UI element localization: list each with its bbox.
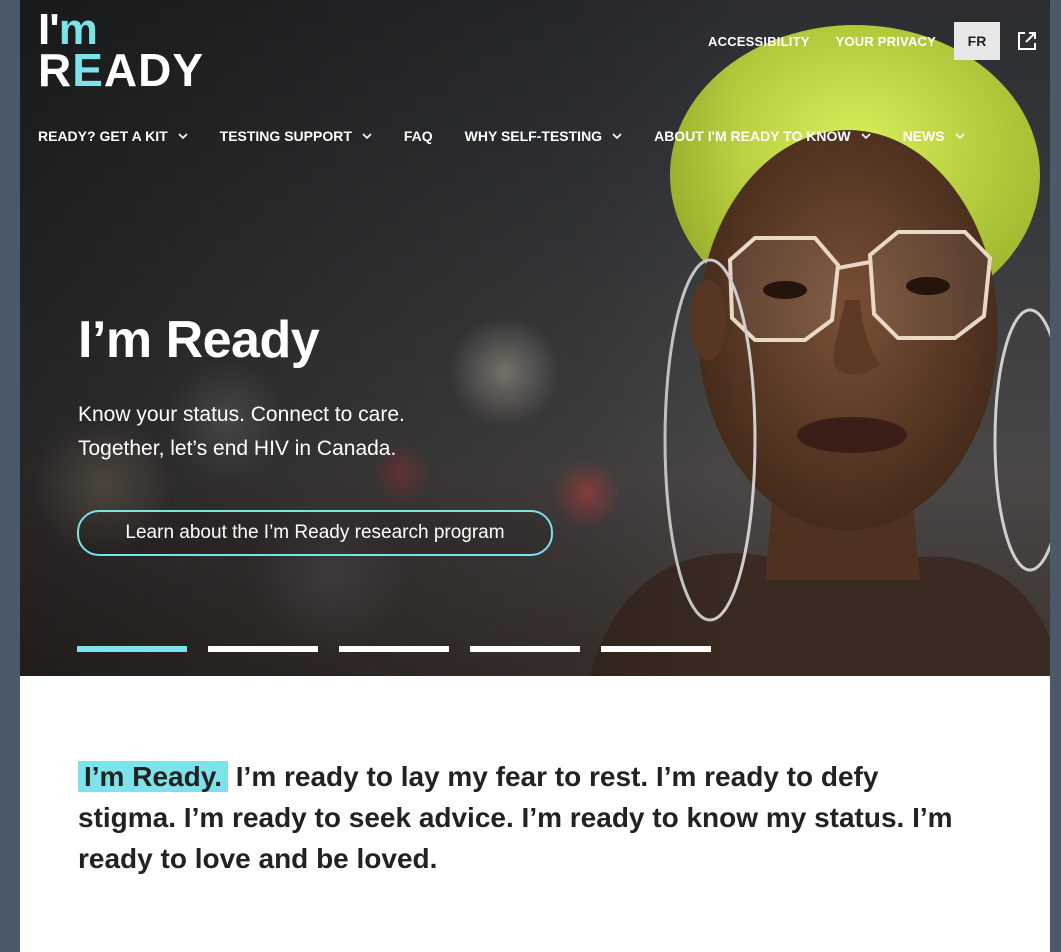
logo-text: R — [38, 43, 73, 96]
nav-item-news[interactable]: NEWS — [903, 128, 965, 144]
nav-item-about[interactable]: ABOUT I'M READY TO KNOW — [654, 128, 871, 144]
hero-subtitle: Know your status. Connect to care. Toget… — [78, 398, 405, 466]
carousel-indicators — [77, 646, 732, 652]
chevron-down-icon — [860, 133, 871, 140]
logo-text: ADY — [103, 43, 205, 96]
language-toggle-button[interactable]: FR — [954, 22, 1000, 60]
nav-item-get-a-kit[interactable]: READY? GET A KIT — [38, 128, 188, 144]
hero-subtitle-line: Know your status. Connect to care. — [78, 403, 405, 426]
nav-item-label: ABOUT I'M READY TO KNOW — [654, 128, 851, 144]
nav-item-label: FAQ — [403, 128, 433, 144]
chevron-down-icon — [954, 133, 965, 140]
external-link-icon[interactable] — [1016, 30, 1038, 52]
chevron-down-icon — [178, 133, 188, 140]
nav-item-label: NEWS — [902, 128, 945, 144]
nav-item-why-self-testing[interactable]: WHY SELF-TESTING — [465, 128, 622, 144]
hero-subtitle-line: Together, let’s end HIV in Canada. — [78, 437, 397, 460]
logo-text: E — [72, 43, 104, 96]
nav-item-label: READY? GET A KIT — [38, 128, 168, 144]
carousel-indicator-4[interactable] — [470, 646, 580, 652]
intro-highlight: I’m Ready. — [78, 761, 228, 792]
your-privacy-link[interactable]: YOUR PRIVACY — [836, 34, 936, 49]
nav-item-faq[interactable]: FAQ — [404, 128, 433, 144]
carousel-indicator-2[interactable] — [208, 646, 318, 652]
nav-item-testing-support[interactable]: TESTING SUPPORT — [220, 128, 372, 144]
page: I'm READY ACCESSIBILITY YOUR PRIVACY FR … — [20, 0, 1050, 952]
learn-research-program-button[interactable]: Learn about the I’m Ready research progr… — [77, 510, 553, 556]
accessibility-link[interactable]: ACCESSIBILITY — [708, 34, 810, 49]
hero-banner: I'm READY ACCESSIBILITY YOUR PRIVACY FR … — [20, 0, 1050, 676]
intro-statement: I’m Ready. I’m ready to lay my fear to r… — [78, 756, 978, 879]
carousel-indicator-5[interactable] — [601, 646, 711, 652]
carousel-indicator-3[interactable] — [339, 646, 449, 652]
chevron-down-icon — [612, 133, 622, 140]
main-nav: READY? GET A KIT TESTING SUPPORT FAQ WHY… — [38, 128, 997, 144]
hero-title: I’m Ready — [78, 311, 320, 369]
carousel-indicator-1[interactable] — [77, 646, 187, 652]
im-ready-logo[interactable]: I'm READY — [38, 8, 204, 93]
utility-nav: ACCESSIBILITY YOUR PRIVACY FR — [682, 22, 1038, 60]
nav-item-label: TESTING SUPPORT — [219, 128, 352, 144]
chevron-down-icon — [362, 133, 372, 140]
nav-item-label: WHY SELF-TESTING — [464, 128, 603, 144]
